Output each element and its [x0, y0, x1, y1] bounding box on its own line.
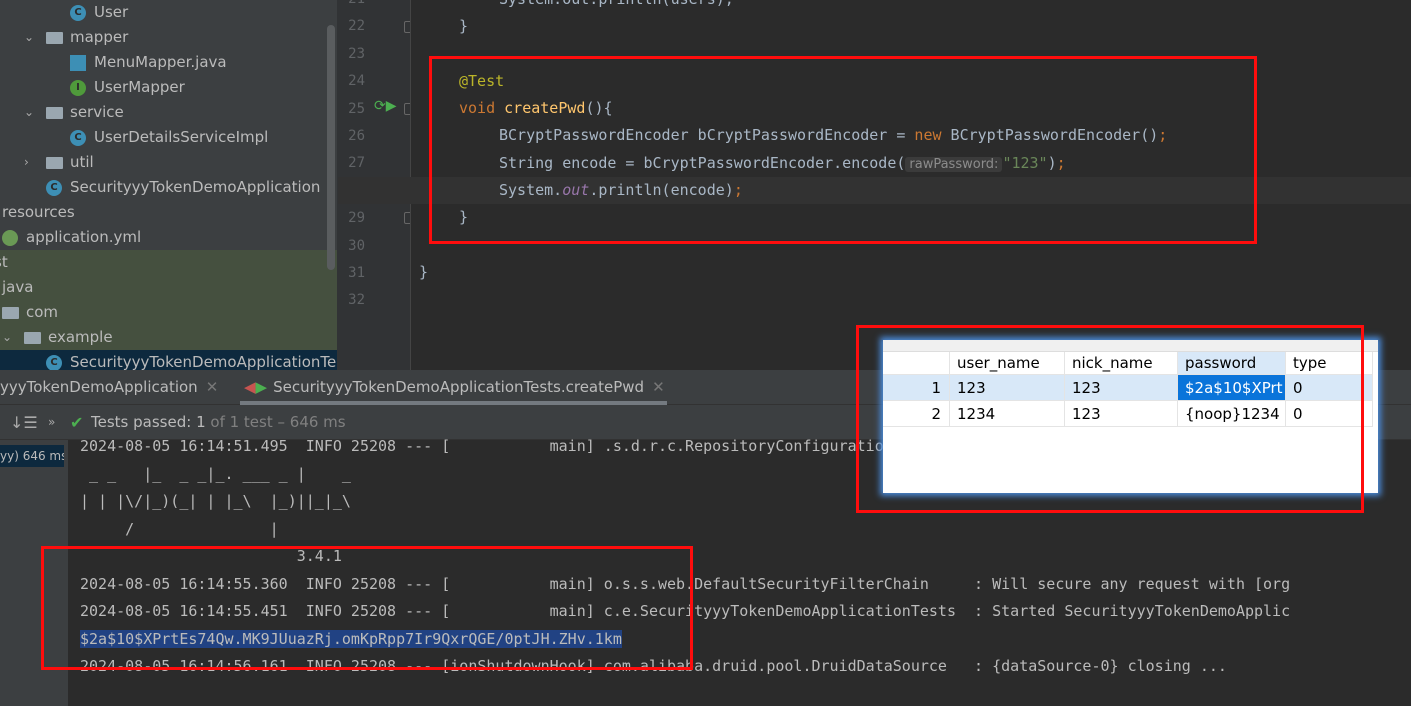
tree-item[interactable]: application.yml [0, 225, 337, 250]
tree-item-label: com [26, 303, 59, 321]
folder-icon [46, 32, 63, 44]
console-line: / | [80, 519, 279, 538]
project-tree: C User ⌄ mapper MenuMapper.java I UserMapper ⌄ s… [0, 0, 337, 370]
highlight-box-table [856, 325, 1364, 513]
line-number: 32 [348, 292, 365, 309]
tree-item-label: SecurityyyTokenDemoApplication [70, 178, 321, 196]
test-result-item[interactable]: yy) 646 ms [0, 445, 64, 467]
line-number: 29 [348, 210, 365, 227]
tree-item-label: util [70, 153, 94, 171]
run-test-icon[interactable]: ⟳▶ [374, 98, 397, 114]
tree-item-label: User [94, 3, 129, 21]
tree-item-label: SecurityyyTokenDemoApplicationTe [70, 353, 337, 370]
close-icon[interactable]: ✕ [206, 378, 219, 396]
tree-item[interactable]: MenuMapper.java [0, 50, 337, 75]
line-number: 26 [348, 128, 365, 144]
tree-item-label: UserMapper [94, 78, 185, 96]
spring-yml-icon [2, 230, 18, 246]
tree-item-label: UserDetailsServiceImpl [94, 128, 269, 146]
line-number: 25 [348, 100, 365, 117]
line-number: 30 [348, 237, 365, 254]
run-tab-createpwd[interactable]: ◀▶ SecurityyyTokenDemoApplicationTests.cr… [244, 370, 665, 405]
java-file-icon [70, 55, 86, 71]
chevron-down-icon[interactable]: ⌄ [24, 25, 34, 50]
tree-item[interactable]: com [0, 300, 337, 325]
line-number: 23 [348, 45, 365, 62]
line-number: 27 [348, 155, 365, 172]
folder-icon [46, 157, 63, 169]
folder-icon [24, 332, 41, 344]
tree-item[interactable]: › util [0, 150, 337, 175]
project-tree-scrollbar[interactable] [327, 25, 335, 270]
tree-item-label: service [70, 103, 124, 121]
class-icon: C [70, 130, 86, 146]
class-icon: C [70, 5, 86, 21]
highlight-box-code [429, 56, 1257, 244]
line-number: 24 [348, 73, 365, 90]
line-number: 21 [337, 0, 365, 13]
spring-boot-class-icon: C [46, 180, 62, 196]
tree-item[interactable]: ⌄ mapper [0, 25, 337, 50]
tree-item-label: MenuMapper.java [94, 53, 227, 71]
test-class-icon: C [46, 355, 62, 370]
tree-item[interactable]: C UserDetailsServiceImpl [0, 125, 337, 150]
tree-item[interactable]: st [0, 250, 337, 275]
line-number: 31 [348, 265, 365, 281]
close-icon[interactable]: ✕ [652, 378, 665, 396]
tree-item[interactable]: ⌄ service [0, 100, 337, 125]
tree-item-label: java [2, 278, 34, 296]
console-line: _ _ |_ _ _|_. ___ _ | _ [80, 464, 351, 483]
more-icon[interactable]: » [48, 405, 55, 440]
tree-item-label: mapper [70, 28, 129, 46]
tree-item-label: example [48, 328, 113, 346]
highlight-box-console [41, 546, 693, 670]
tree-item[interactable]: C SecurityyyTokenDemoApplicationTe [0, 350, 337, 370]
code-line-22: } [459, 17, 469, 35]
code-line-21: System.out.println(users); [499, 0, 734, 13]
tree-item-label: resources [2, 203, 75, 221]
sort-icon[interactable]: ↓☰ [10, 405, 38, 440]
tree-item-label: application.yml [26, 228, 142, 246]
run-tab-application[interactable]: yyyTokenDemoApplication ✕ [0, 370, 218, 405]
tree-item[interactable]: I UserMapper [0, 75, 337, 100]
test-config-icon: ◀ [244, 378, 256, 396]
folder-icon [46, 107, 63, 119]
tree-item[interactable]: resources [0, 200, 337, 225]
folder-icon [2, 307, 19, 319]
console-line: | | |\/|_)(_| | |_\ |_)||_|_\ [80, 492, 351, 510]
chevron-right-icon[interactable]: › [24, 150, 29, 175]
chevron-down-icon[interactable]: ⌄ [2, 325, 12, 350]
tree-item[interactable]: ⌄ example [0, 325, 337, 350]
line-number: 22 [348, 18, 365, 35]
chevron-down-icon[interactable]: ⌄ [24, 100, 34, 125]
interface-icon: I [70, 80, 86, 96]
tree-item[interactable]: C User [0, 0, 337, 25]
tree-item[interactable]: C SecurityyyTokenDemoApplication [0, 175, 337, 200]
tree-item-label: st [0, 253, 8, 271]
code-line-31: } [419, 263, 429, 281]
tree-item[interactable]: java [0, 275, 337, 300]
